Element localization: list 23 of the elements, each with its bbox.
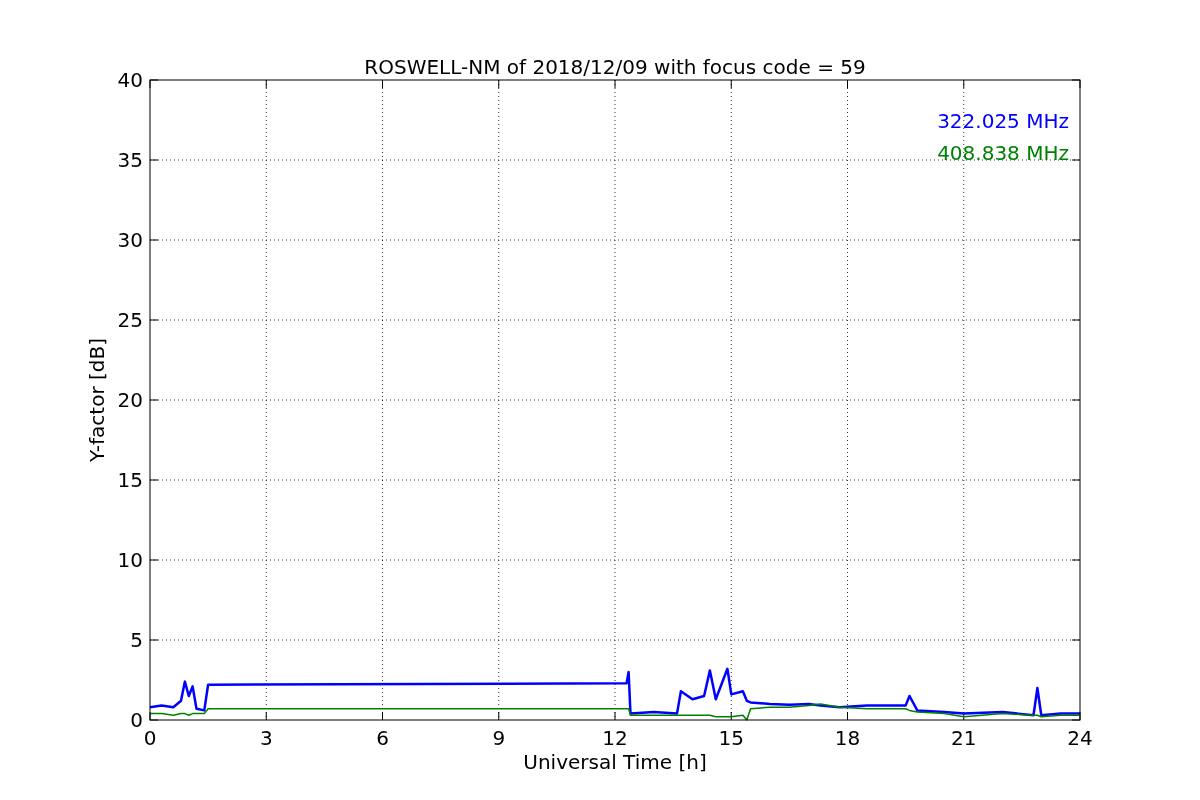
y-axis-label: Y-factor [dB] xyxy=(85,338,109,462)
legend-label: 408.838 MHz xyxy=(937,141,1069,165)
legend-label: 322.025 MHz xyxy=(937,109,1069,133)
x-tick-label: 15 xyxy=(718,726,744,750)
x-tick-label: 6 xyxy=(376,726,389,750)
x-tick-label: 0 xyxy=(143,726,157,750)
y-tick-label: 10 xyxy=(117,548,143,572)
y-tick-label: 30 xyxy=(117,228,143,252)
y-tick-label: 20 xyxy=(117,388,143,412)
x-axis-label: Universal Time [h] xyxy=(523,750,707,774)
y-tick-label: 0 xyxy=(130,708,143,732)
chart-title: ROSWELL-NM of 2018/12/09 with focus code = 59 xyxy=(364,55,866,79)
y-tick-label: 5 xyxy=(130,628,143,652)
x-tick-label: 24 xyxy=(1067,726,1093,750)
x-tick-label: 3 xyxy=(259,726,273,750)
x-tick-label: 18 xyxy=(834,726,861,750)
y-tick-label: 40 xyxy=(117,68,143,92)
y-tick-label: 25 xyxy=(117,308,143,332)
y-tick-label: 35 xyxy=(117,148,143,172)
y-tick-label: 15 xyxy=(117,468,143,492)
x-tick-label: 21 xyxy=(951,726,977,750)
x-tick-label: 9 xyxy=(492,726,506,750)
x-tick-label: 12 xyxy=(602,726,628,750)
